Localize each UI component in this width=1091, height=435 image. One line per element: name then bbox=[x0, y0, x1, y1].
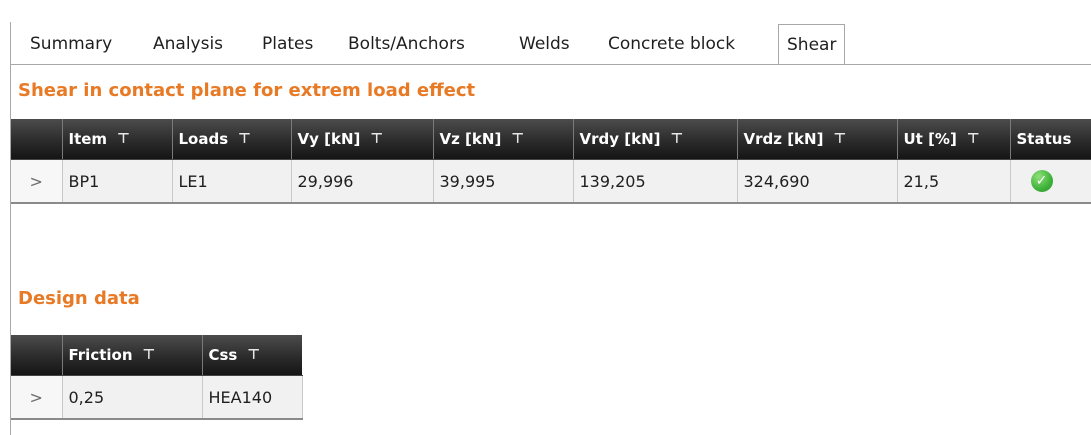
column-header-vz[interactable]: Vz [kN] ⊤ bbox=[432, 119, 573, 160]
row-expander[interactable]: > bbox=[11, 159, 63, 204]
column-header-vrdz[interactable]: Vrdz [kN] ⊤ bbox=[736, 119, 897, 160]
tab-plates[interactable]: Plates bbox=[262, 32, 313, 56]
tab-analysis[interactable]: Analysis bbox=[153, 32, 223, 56]
row-header-corner bbox=[11, 335, 62, 376]
cell-ut: 21,5 bbox=[897, 159, 1011, 204]
filter-icon[interactable]: ⊤ bbox=[117, 131, 130, 147]
filter-icon[interactable]: ⊤ bbox=[370, 131, 383, 147]
table-header-row: Item ⊤ Loads ⊤ Vy [kN] ⊤ Vz [kN] ⊤ Vrdy [kN]… bbox=[11, 119, 1091, 160]
cell-vz: 39,995 bbox=[433, 159, 574, 204]
design-data-table: Friction ⊤ Css ⊤ > 0,25 HEA140 bbox=[11, 335, 303, 420]
column-header-vy[interactable]: Vy [kN] ⊤ bbox=[290, 119, 433, 160]
table-row[interactable]: > 0,25 HEA140 bbox=[11, 375, 303, 420]
row-expander[interactable]: > bbox=[11, 375, 63, 420]
table-row[interactable]: > BP1 LE1 29,996 39,995 139,205 324,690 … bbox=[11, 159, 1091, 204]
design-data-title: Design data bbox=[18, 288, 140, 309]
column-header-status[interactable]: Status bbox=[1009, 119, 1091, 160]
filter-icon[interactable]: ⊤ bbox=[247, 347, 260, 363]
filter-icon[interactable]: ⊤ bbox=[967, 131, 980, 147]
cell-status: ✓ bbox=[1010, 159, 1091, 204]
cell-vrdy: 139,205 bbox=[573, 159, 738, 204]
cell-vy: 29,996 bbox=[291, 159, 434, 204]
shear-section-title: Shear in contact plane for extrem load e… bbox=[18, 80, 476, 101]
check-circle-icon: ✓ bbox=[1030, 170, 1053, 192]
cell-friction: 0,25 bbox=[61, 375, 203, 420]
shear-results-table: Item ⊤ Loads ⊤ Vy [kN] ⊤ Vz [kN] ⊤ Vrdy [kN]… bbox=[11, 119, 1091, 204]
tab-bar-divider bbox=[11, 64, 1091, 65]
column-header-loads[interactable]: Loads ⊤ bbox=[171, 119, 291, 160]
cell-item: BP1 bbox=[61, 159, 173, 204]
column-header-css[interactable]: Css ⊤ bbox=[201, 335, 302, 376]
chevron-right-icon[interactable]: > bbox=[30, 388, 43, 407]
tab-concrete-block[interactable]: Concrete block bbox=[608, 32, 735, 56]
cell-css: HEA140 bbox=[202, 375, 303, 420]
tab-shear[interactable]: Shear bbox=[778, 24, 846, 65]
filter-icon[interactable]: ⊤ bbox=[511, 131, 524, 147]
table-header-row: Friction ⊤ Css ⊤ bbox=[11, 335, 302, 376]
column-header-item[interactable]: Item ⊤ bbox=[61, 119, 172, 160]
column-header-vrdy[interactable]: Vrdy [kN] ⊤ bbox=[572, 119, 737, 160]
cell-loads: LE1 bbox=[172, 159, 292, 204]
filter-icon[interactable]: ⊤ bbox=[833, 131, 846, 147]
filter-icon[interactable]: ⊤ bbox=[670, 131, 683, 147]
column-header-ut[interactable]: Ut [%] ⊤ bbox=[896, 119, 1010, 160]
tab-welds[interactable]: Welds bbox=[519, 32, 570, 56]
chevron-right-icon[interactable]: > bbox=[30, 172, 43, 191]
tab-summary[interactable]: Summary bbox=[30, 32, 112, 56]
top-strip bbox=[0, 0, 1091, 13]
tab-bolts-anchors[interactable]: Bolts/Anchors bbox=[348, 32, 465, 56]
filter-icon[interactable]: ⊤ bbox=[238, 131, 251, 147]
cell-vrdz: 324,690 bbox=[737, 159, 898, 204]
row-header-corner bbox=[11, 119, 62, 160]
column-header-friction[interactable]: Friction ⊤ bbox=[61, 335, 202, 376]
filter-icon[interactable]: ⊤ bbox=[143, 347, 156, 363]
